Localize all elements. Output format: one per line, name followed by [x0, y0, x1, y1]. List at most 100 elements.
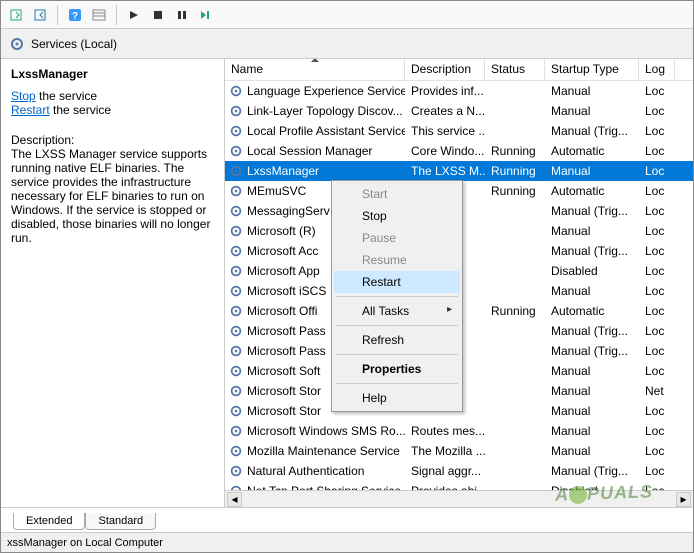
stop-link[interactable]: Stop — [11, 89, 36, 103]
cell-startup: Automatic — [545, 144, 639, 158]
cell-log: Net — [639, 384, 675, 398]
cell-log: Loc — [639, 144, 675, 158]
col-startup[interactable]: Startup Type — [545, 59, 639, 80]
table-row[interactable]: Mozilla Maintenance ServiceThe Mozilla .… — [225, 441, 693, 461]
status-text: xssManager on Local Computer — [7, 537, 163, 549]
col-description[interactable]: Description — [405, 59, 485, 80]
toolbar-separator — [57, 5, 58, 25]
cell-log: Loc — [639, 324, 675, 338]
table-row[interactable]: Natural AuthenticationSignal aggr...Manu… — [225, 461, 693, 481]
ctx-start: Start — [334, 183, 460, 205]
table-row[interactable]: Microsoft Windows SMS Ro...Routes mes...… — [225, 421, 693, 441]
table-row[interactable]: Local Profile Assistant ServiceThis serv… — [225, 121, 693, 141]
cell-log: Loc — [639, 244, 675, 258]
ctx-properties[interactable]: Properties — [334, 358, 460, 380]
cell-log: Loc — [639, 104, 675, 118]
scroll-left-icon[interactable]: ◂ — [227, 492, 242, 507]
cell-startup: Manual — [545, 384, 639, 398]
toolbar-import-icon[interactable] — [29, 4, 51, 26]
cell-name: Link-Layer Topology Discov... — [225, 104, 405, 118]
ctx-refresh[interactable]: Refresh — [334, 329, 460, 351]
cell-startup: Disabled — [545, 264, 639, 278]
cell-name: Microsoft Windows SMS Ro... — [225, 424, 405, 438]
restart-suffix: the service — [50, 103, 111, 117]
cell-status: Running — [485, 184, 545, 198]
toolbar-play-icon[interactable] — [123, 4, 145, 26]
cell-description: The LXSS M... — [405, 164, 485, 178]
toolbar-stop-icon[interactable] — [147, 4, 169, 26]
cell-name: Local Profile Assistant Service — [225, 124, 405, 138]
cell-name: Natural Authentication — [225, 464, 405, 478]
table-row[interactable]: Link-Layer Topology Discov...Creates a N… — [225, 101, 693, 121]
cell-log: Loc — [639, 344, 675, 358]
table-row[interactable]: Net.Tcp Port Sharing ServiceProvides abi… — [225, 481, 693, 490]
tab-standard[interactable]: Standard — [85, 513, 156, 530]
cell-log: Loc — [639, 464, 675, 478]
header-title: Services (Local) — [31, 37, 117, 51]
scroll-right-icon[interactable]: ▸ — [676, 492, 691, 507]
cell-description: Provides inf... — [405, 84, 485, 98]
cell-log: Loc — [639, 204, 675, 218]
tab-extended[interactable]: Extended — [13, 513, 85, 530]
cell-description: The Mozilla ... — [405, 444, 485, 458]
stop-service-line: Stop the service — [11, 89, 214, 103]
ctx-help[interactable]: Help — [334, 387, 460, 409]
gear-icon — [9, 36, 25, 52]
horizontal-scrollbar[interactable]: ◂ ▸ — [225, 490, 693, 507]
table-row[interactable]: Local Session ManagerCore Windo...Runnin… — [225, 141, 693, 161]
cell-log: Loc — [639, 164, 675, 178]
toolbar-props-icon[interactable] — [88, 4, 110, 26]
selected-service-title: LxssManager — [11, 67, 214, 81]
col-status[interactable]: Status — [485, 59, 545, 80]
description-text: The LXSS Manager service supports runnin… — [11, 147, 214, 245]
cell-log: Loc — [639, 404, 675, 418]
tabs: Extended Standard — [1, 508, 693, 532]
cell-log: Loc — [639, 264, 675, 278]
cell-startup: Manual (Trig... — [545, 324, 639, 338]
cell-description: This service ... — [405, 124, 485, 138]
ctx-separator — [336, 383, 458, 384]
table-row[interactable]: Language Experience ServiceProvides inf.… — [225, 81, 693, 101]
ctx-separator — [336, 325, 458, 326]
status-bar: xssManager on Local Computer — [1, 532, 693, 552]
ctx-all-tasks[interactable]: All Tasks — [334, 300, 460, 322]
cell-log: Loc — [639, 124, 675, 138]
cell-startup: Automatic — [545, 304, 639, 318]
table-row[interactable]: LxssManagerThe LXSS M...RunningManualLoc — [225, 161, 693, 181]
toolbar-export-icon[interactable] — [5, 4, 27, 26]
cell-log: Loc — [639, 184, 675, 198]
cell-name: Mozilla Maintenance Service — [225, 444, 405, 458]
cell-log: Loc — [639, 284, 675, 298]
cell-startup: Manual — [545, 444, 639, 458]
cell-description: Core Windo... — [405, 144, 485, 158]
toolbar: ? — [1, 1, 693, 29]
cell-startup: Automatic — [545, 184, 639, 198]
cell-log: Loc — [639, 424, 675, 438]
restart-link[interactable]: Restart — [11, 103, 50, 117]
cell-status: Running — [485, 164, 545, 178]
header-bar: Services (Local) — [1, 29, 693, 59]
ctx-restart[interactable]: Restart — [334, 271, 460, 293]
cell-status: Running — [485, 304, 545, 318]
toolbar-restart-icon[interactable] — [195, 4, 217, 26]
toolbar-help-icon[interactable]: ? — [64, 4, 86, 26]
cell-startup: Manual — [545, 284, 639, 298]
col-log[interactable]: Log — [639, 59, 675, 80]
toolbar-pause-icon[interactable] — [171, 4, 193, 26]
svg-text:?: ? — [72, 11, 78, 22]
cell-name: LxssManager — [225, 164, 405, 178]
cell-description: Creates a N... — [405, 104, 485, 118]
cell-startup: Manual (Trig... — [545, 344, 639, 358]
cell-startup: Manual — [545, 84, 639, 98]
cell-startup: Manual — [545, 164, 639, 178]
cell-startup: Manual (Trig... — [545, 204, 639, 218]
ctx-stop[interactable]: Stop — [334, 205, 460, 227]
cell-startup: Manual — [545, 224, 639, 238]
column-headers: Name Description Status Startup Type Log — [225, 59, 693, 81]
cell-log: Loc — [639, 444, 675, 458]
stop-suffix: the service — [36, 89, 97, 103]
col-name[interactable]: Name — [225, 59, 405, 80]
description-label: Description: — [11, 133, 214, 147]
toolbar-separator — [116, 5, 117, 25]
ctx-separator — [336, 354, 458, 355]
